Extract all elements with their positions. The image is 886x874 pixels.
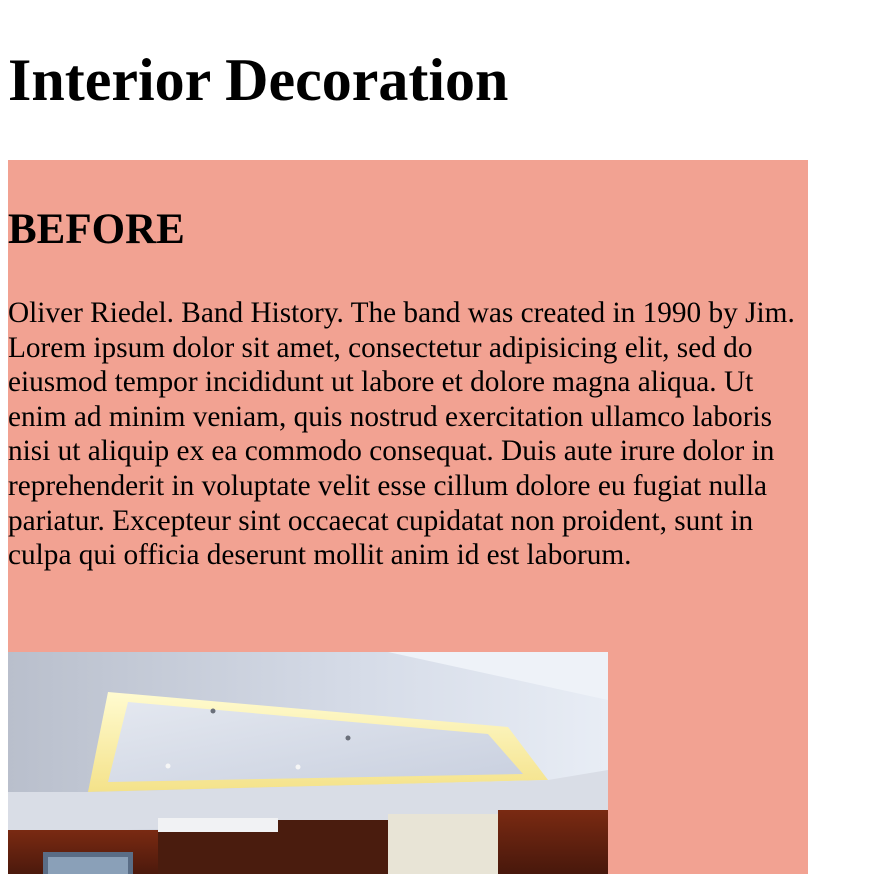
section-heading: BEFORE [8,206,185,253]
section-body-text: Oliver Riedel. Band History. The band wa… [8,297,795,572]
page-title: Interior Decoration [8,47,509,113]
before-section: BEFORE Oliver Riedel. Band History. The … [8,160,808,874]
room-photo [8,652,608,874]
room-photo-image [8,652,608,874]
